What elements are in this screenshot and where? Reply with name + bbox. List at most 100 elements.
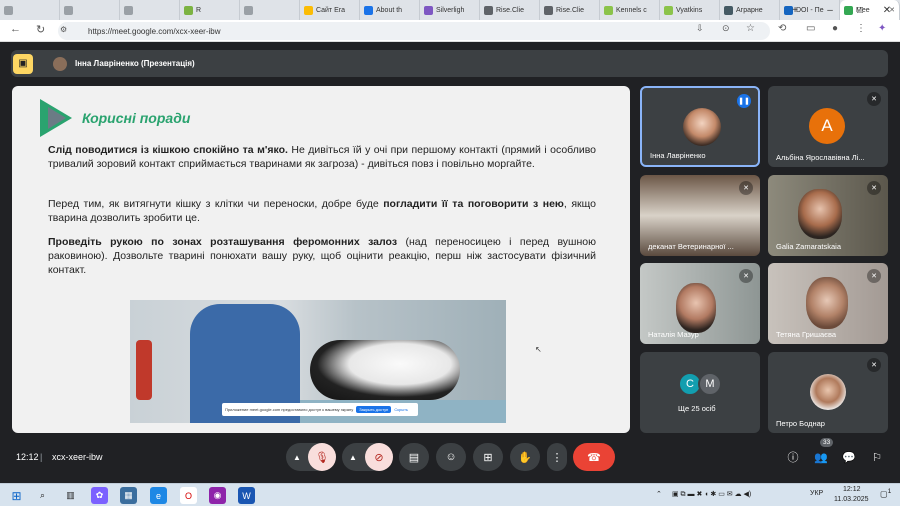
browser-tab[interactable]: Сайт Era [300, 0, 360, 20]
hide-link[interactable]: Скрыть [394, 407, 408, 412]
participant-tile[interactable]: ✕ Петро Боднар [768, 352, 888, 433]
slide-logo [40, 99, 72, 137]
app-icon[interactable]: ◉ [209, 487, 226, 504]
notifications-icon[interactable]: ▢1 [880, 488, 891, 499]
reload-icon[interactable]: ↻ [36, 23, 45, 36]
tab-favicon-icon [604, 5, 613, 15]
tab-favicon-icon [244, 5, 253, 15]
participant-tile[interactable]: ✕ Galia Zamaratskaia [768, 175, 888, 256]
sidepanel-icon[interactable]: ▭ [806, 23, 815, 34]
word-icon[interactable]: W [238, 487, 255, 504]
close-window-button[interactable]: ✕ [872, 0, 900, 20]
shared-slide: Корисні поради Слід поводитися із кішкою… [12, 86, 630, 433]
captions-button[interactable]: ▤ [399, 443, 429, 471]
people-button[interactable]: 👥 [810, 443, 832, 471]
input-language[interactable]: УКР [810, 490, 823, 497]
tab-favicon-icon [64, 5, 73, 15]
tab-label: About th [376, 6, 403, 14]
browser-tab[interactable]: R [180, 0, 240, 20]
camera-toggle-button[interactable]: ⊘ [365, 443, 393, 471]
menu-icon[interactable]: ⋮ [856, 23, 866, 34]
url-text: https://meet.google.com/xcx-xeer-ibw [88, 27, 221, 36]
present-button[interactable]: ⊞ [473, 443, 503, 471]
gemini-icon[interactable]: ✦ [878, 23, 886, 34]
participant-tile[interactable]: ❚❚ Інна Лавріненко [640, 86, 760, 167]
bookmark-star-icon[interactable]: ☆ [746, 23, 755, 34]
browser-tab[interactable]: Аграрне [720, 0, 780, 20]
presentation-bar: ▣ Інна Лавріненко (Презентація) [11, 50, 888, 77]
site-info-icon[interactable]: ⚙ [60, 25, 67, 34]
people-count-badge: 33 [820, 438, 834, 447]
clock-date[interactable]: 11.03.2025 [834, 496, 869, 503]
slide-title: Корисні поради [82, 110, 191, 126]
browser-tab[interactable]: Vyatkins [660, 0, 720, 20]
tab-favicon-icon [184, 5, 193, 15]
stop-sharing-button[interactable]: Закрыть доступ [356, 406, 392, 413]
vet-cat-photo: Приложение meet.google.com предоставило … [130, 300, 506, 423]
participant-tile[interactable]: ✕ деканат Ветеринарної ... [640, 175, 760, 256]
browser-tab[interactable]: About th [360, 0, 420, 20]
participant-tile[interactable]: ✕ Наталія Мазур [640, 263, 760, 344]
clock-time[interactable]: 12:12 [843, 486, 861, 493]
calculator-icon[interactable]: ▦ [120, 487, 137, 504]
reactions-button[interactable]: ☺ [436, 443, 466, 471]
edge-icon[interactable]: e [150, 487, 167, 504]
activities-button[interactable]: ⚐ [866, 443, 888, 471]
raise-hand-button[interactable]: ✋ [510, 443, 540, 471]
leave-call-button[interactable]: ☎ [573, 443, 615, 471]
meeting-code: xcx-xeer-ibw [52, 452, 103, 462]
tray-chevron-icon[interactable]: ⌃ [656, 490, 662, 498]
avatar [798, 189, 842, 239]
browser-tab[interactable] [240, 0, 300, 20]
browser-tab[interactable]: Kennels c [600, 0, 660, 20]
back-icon[interactable]: ← [10, 23, 21, 35]
windows-taskbar: ⊞ ⌕ ▥ ✿ ▦ e O ◉ W ⌃ ▣ ⧉ ▬ ✖ ◖ ✱ ▭ ✉ ☁ ◀)… [0, 483, 900, 506]
opera-icon[interactable]: O [180, 487, 197, 504]
mic-off-icon: ✕ [739, 181, 753, 195]
puzzle-icon[interactable]: ⟲ [778, 23, 786, 34]
new-tab-button[interactable]: + [780, 0, 810, 20]
more-participants-tile[interactable]: C M Ще 25 осіб [640, 352, 760, 433]
participant-tile[interactable]: A ✕ Альбіна Ярославівна Лі... [768, 86, 888, 167]
cat-figure [310, 340, 460, 400]
audio-options-chevron-icon[interactable]: ▲ [286, 443, 308, 471]
screen-share-toast: Приложение meet.google.com предоставило … [222, 403, 418, 416]
windows-start-icon[interactable]: ⊞ [8, 487, 25, 504]
more-options-button[interactable]: ⋮ [547, 443, 567, 471]
browser-tab[interactable] [120, 0, 180, 20]
mic-toggle-button[interactable]: 🎙 [308, 443, 336, 471]
minimize-button[interactable]: – [815, 0, 845, 20]
maximize-button[interactable]: □ [845, 0, 875, 20]
mic-off-icon: ✕ [867, 358, 881, 372]
browser-tab[interactable]: Silverligh [420, 0, 480, 20]
copilot-icon[interactable]: ✿ [91, 487, 108, 504]
chat-button[interactable]: 💬 [838, 443, 860, 471]
slide-paragraph-1: Слід поводитися із кішкою спокійно та м'… [48, 144, 596, 170]
browser-tab[interactable]: Rise.Clie [540, 0, 600, 20]
search-icon[interactable]: ⌕ [34, 487, 51, 504]
browser-tab[interactable]: Rise.Clie [480, 0, 540, 20]
meeting-info-button[interactable]: ⓘ [782, 443, 804, 471]
download-icon[interactable]: ⇩ [696, 23, 704, 34]
presenter-label: Інна Лавріненко (Презентація) [75, 59, 195, 68]
browser-tab[interactable] [0, 0, 60, 20]
browser-tab[interactable] [60, 0, 120, 20]
tab-label: Rise.Clie [556, 6, 585, 14]
tray-icons[interactable]: ▣ ⧉ ▬ ✖ ◖ ✱ ▭ ✉ ☁ ◀) [672, 490, 751, 499]
address-bar-row: ← ↻ https://meet.google.com/xcx-xeer-ibw… [0, 20, 900, 42]
meeting-time: 12:12 [16, 452, 39, 462]
tab-label: Rise.Clie [496, 6, 525, 14]
url-field[interactable]: https://meet.google.com/xcx-xeer-ibw [58, 22, 770, 40]
stop-presenting-icon[interactable]: ▣ [13, 53, 33, 74]
extensions-icon[interactable]: ⊙ [722, 23, 730, 34]
task-view-icon[interactable]: ▥ [62, 487, 79, 504]
participant-tile[interactable]: ✕ Тетяна Гришаєва [768, 263, 888, 344]
tab-favicon-icon [664, 5, 673, 15]
tab-favicon-icon [424, 5, 433, 15]
mic-off-icon: ✕ [867, 269, 881, 283]
profile-icon[interactable]: ● [832, 23, 838, 34]
video-options-chevron-icon[interactable]: ▲ [342, 443, 364, 471]
slide-paragraph-2: Перед тим, як витягнути кішку з клітки ч… [48, 198, 596, 224]
tab-favicon-icon [364, 5, 373, 15]
tab-label: Аграрне [736, 6, 763, 14]
